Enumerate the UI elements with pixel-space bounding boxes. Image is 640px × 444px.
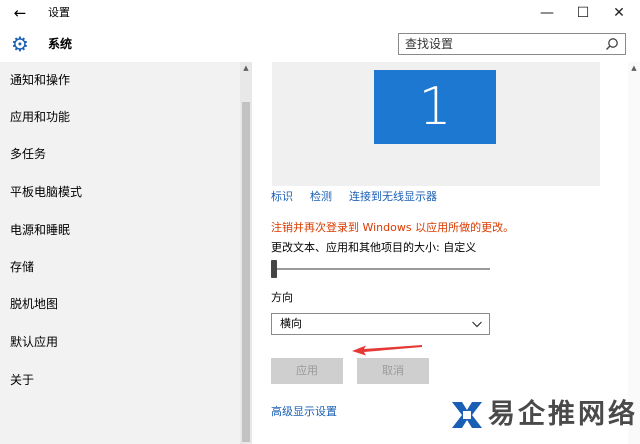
- scale-label: 更改文本、应用和其他项目的大小: 自定义: [271, 241, 477, 254]
- maximize-button[interactable]: ☐: [566, 0, 600, 26]
- orientation-select[interactable]: 横向: [271, 313, 490, 335]
- display-settings-panel: 1 标识 检测 连接到无线显示器 注销并再次登录到 Windows 以应用所做的…: [252, 62, 628, 444]
- monitor-tile[interactable]: 1: [374, 70, 496, 144]
- sidebar-scroll-thumb[interactable]: [242, 102, 250, 442]
- apply-button[interactable]: 应用: [271, 358, 343, 384]
- minimize-button[interactable]: —: [530, 0, 564, 26]
- advanced-display-settings-link[interactable]: 高级显示设置: [271, 404, 337, 420]
- sign-out-warning: 注销并再次登录到 Windows 以应用所做的更改。: [271, 221, 515, 234]
- display-preview: 1: [272, 62, 600, 186]
- sidebar-item-multitasking[interactable]: 多任务: [0, 136, 236, 173]
- page-title: 系统: [48, 37, 73, 51]
- cancel-button[interactable]: 取消: [357, 358, 429, 384]
- main-scrollbar[interactable]: ▲: [628, 62, 640, 444]
- sidebar-scrollbar[interactable]: ▲: [240, 62, 252, 444]
- search-input[interactable]: [405, 35, 595, 53]
- sidebar-item-tablet-mode[interactable]: 平板电脑模式: [0, 174, 236, 211]
- orientation-label: 方向: [271, 291, 293, 304]
- watermark: 易企推网络: [448, 396, 638, 436]
- sidebar-item-notifications[interactable]: 通知和操作: [0, 62, 236, 99]
- scroll-up-icon[interactable]: ▲: [628, 62, 640, 74]
- orientation-value: 横向: [280, 317, 302, 330]
- back-arrow-icon[interactable]: ←: [10, 3, 30, 23]
- search-box[interactable]: [398, 33, 626, 55]
- monitor-number: 1: [418, 77, 452, 137]
- search-icon[interactable]: [604, 36, 620, 52]
- sidebar-item-apps-features[interactable]: 应用和功能: [0, 99, 236, 136]
- sidebar-item-default-apps[interactable]: 默认应用: [0, 324, 236, 361]
- chevron-down-icon: [471, 316, 483, 330]
- scale-slider-track[interactable]: [274, 268, 490, 270]
- detect-link[interactable]: 检测: [310, 189, 332, 205]
- sidebar-item-offline-maps[interactable]: 脱机地图: [0, 286, 236, 323]
- window-title: 设置: [48, 6, 70, 19]
- gear-icon: ⚙: [11, 32, 29, 56]
- scroll-up-icon[interactable]: ▲: [240, 62, 252, 74]
- identify-link[interactable]: 标识: [271, 189, 293, 205]
- scale-slider-thumb[interactable]: [271, 260, 277, 278]
- close-button[interactable]: ✕: [602, 0, 636, 26]
- sidebar: 通知和操作 应用和功能 多任务 平板电脑模式 电源和睡眠 存储 脱机地图 默认应…: [0, 62, 240, 444]
- wireless-display-link[interactable]: 连接到无线显示器: [349, 189, 437, 205]
- sidebar-item-storage[interactable]: 存储: [0, 249, 236, 286]
- watermark-text: 易企推网络: [488, 399, 638, 430]
- sidebar-item-about[interactable]: 关于: [0, 362, 236, 399]
- sidebar-item-power-sleep[interactable]: 电源和睡眠: [0, 212, 236, 249]
- title-bar: ← 设置 — ☐ ✕: [0, 0, 640, 26]
- watermark-logo-icon: [452, 402, 482, 428]
- annotation-arrow-icon: [352, 345, 422, 356]
